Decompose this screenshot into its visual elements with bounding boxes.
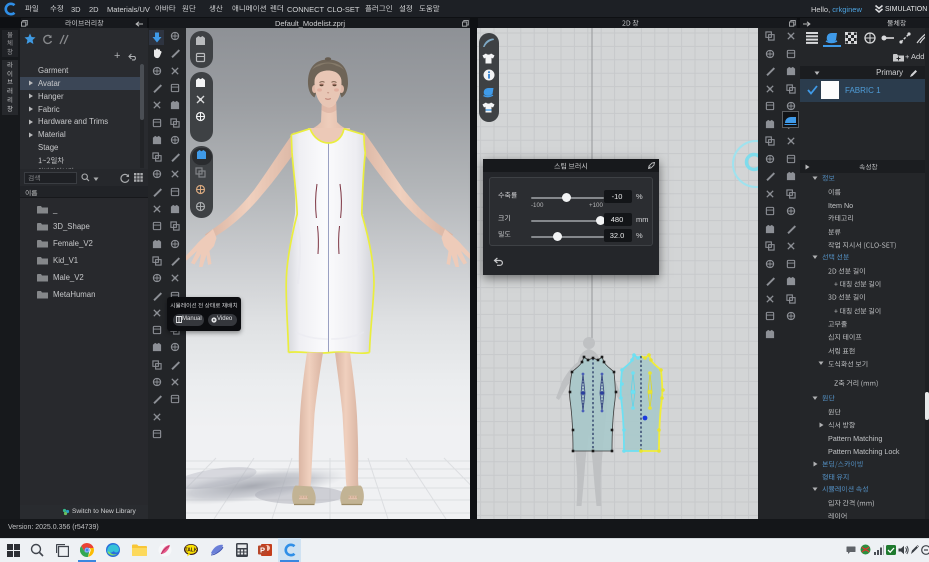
svg-text:TALK: TALK (185, 547, 198, 553)
svg-text:P: P (260, 546, 265, 555)
